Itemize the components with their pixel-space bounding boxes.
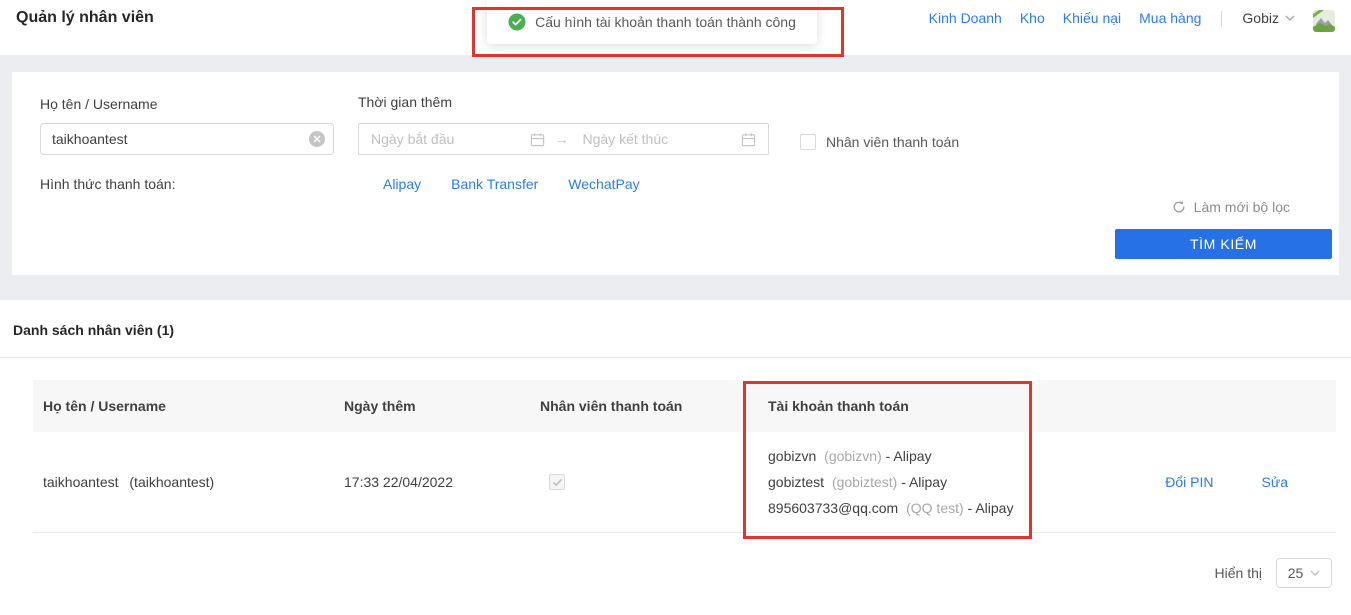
user-menu[interactable]: Gobiz (1242, 10, 1295, 26)
refresh-icon (1172, 200, 1186, 214)
top-nav: Kinh Doanh Kho Khiếu nại Mua hàng Gobiz (929, 0, 1335, 55)
name-input-wrap (40, 123, 334, 155)
payment-account-item: gobizvn (gobizvn) - Alipay (768, 443, 1058, 469)
time-filter-label: Thời gian thêm (358, 94, 452, 110)
page-size-value: 25 (1288, 565, 1304, 581)
employee-username: (taikhoantest) (129, 474, 214, 490)
page-size-select[interactable]: 25 (1276, 558, 1332, 588)
nav-divider (1221, 11, 1222, 27)
cell-actions: Đổi PIN Sửa (1058, 474, 1336, 490)
toast-message: Cấu hình tài khoản thanh toán thành công (535, 14, 796, 30)
cell-payment-accounts: gobizvn (gobizvn) - Alipay gobiztest (go… (768, 443, 1058, 521)
header-date-added: Ngày thêm (344, 398, 540, 414)
header-name: Họ tên / Username (33, 398, 344, 414)
row-payment-staff-checkbox[interactable] (549, 474, 565, 490)
nav-link-mua-hang[interactable]: Mua hàng (1139, 10, 1201, 26)
filter-panel: Họ tên / Username Thời gian thêm Ngày bắ… (12, 72, 1339, 275)
payment-account-item: 895603733@qq.com (QQ test) - Alipay (768, 495, 1058, 521)
cell-payment-staff (540, 474, 768, 491)
employee-list-panel: Danh sách nhân viên (1) Họ tên / Usernam… (0, 300, 1351, 615)
reset-filters-link[interactable]: Làm mới bộ lọc (1172, 199, 1290, 215)
account-method: - Alipay (886, 448, 932, 464)
clear-icon[interactable] (309, 131, 325, 147)
account-method: - Alipay (901, 474, 947, 490)
search-button[interactable]: TÌM KIẾM (1115, 229, 1332, 259)
page-size-label: Hiển thị (1215, 565, 1262, 581)
avatar-image-icon (1313, 10, 1335, 32)
payment-staff-filter-label: Nhân viên thanh toán (826, 134, 959, 150)
account-alias: (QQ test) (906, 500, 964, 516)
toast-success: Cấu hình tài khoản thanh toán thành công (487, 0, 817, 44)
payment-method-links: Alipay Bank Transfer WechatPay (383, 176, 640, 192)
table-row: taikhoantest (taikhoantest) 17:33 22/04/… (33, 432, 1336, 533)
table-header-row: Họ tên / Username Ngày thêm Nhân viên th… (33, 380, 1336, 432)
name-input[interactable] (40, 123, 334, 155)
payment-method-bank-transfer[interactable]: Bank Transfer (451, 176, 538, 192)
payment-method-wechatpay[interactable]: WechatPay (568, 176, 639, 192)
payment-method-label: Hình thức thanh toán: (40, 176, 175, 192)
account-name: 895603733@qq.com (768, 500, 898, 516)
date-range-picker[interactable]: Ngày bắt đầu → Ngày kết thúc (358, 123, 769, 155)
list-title: Danh sách nhân viên (1) (13, 322, 174, 338)
page-title: Quản lý nhân viên (16, 9, 154, 55)
account-name: gobiztest (768, 474, 824, 490)
nav-link-kinh-doanh[interactable]: Kinh Doanh (929, 10, 1002, 26)
account-alias: (gobiztest) (832, 474, 897, 490)
payment-staff-checkbox[interactable] (800, 134, 816, 150)
date-start-input[interactable]: Ngày bắt đầu (371, 131, 530, 147)
cell-name: taikhoantest (taikhoantest) (33, 474, 344, 490)
cell-date-added: 17:33 22/04/2022 (344, 474, 540, 490)
header-payment-accounts: Tài khoản thanh toán (768, 398, 1058, 414)
account-name: gobizvn (768, 448, 816, 464)
date-end-input[interactable]: Ngày kết thúc (583, 131, 742, 147)
nav-link-khieu-nai[interactable]: Khiếu nại (1063, 10, 1121, 26)
check-circle-icon (508, 13, 526, 31)
change-pin-link[interactable]: Đổi PIN (1165, 474, 1213, 490)
title-divider (0, 357, 1351, 358)
user-name: Gobiz (1242, 10, 1279, 26)
pagination: Hiển thị 25 (1215, 558, 1332, 588)
name-filter-label: Họ tên / Username (40, 96, 158, 112)
payment-method-alipay[interactable]: Alipay (383, 176, 421, 192)
employee-name: taikhoantest (43, 474, 119, 490)
account-method: - Alipay (968, 500, 1014, 516)
header-payment-staff: Nhân viên thanh toán (540, 398, 768, 414)
calendar-end-icon (741, 132, 756, 147)
nav-link-kho[interactable]: Kho (1020, 10, 1045, 26)
payment-staff-filter[interactable]: Nhân viên thanh toán (800, 134, 959, 150)
arrow-right-icon: → (555, 131, 569, 147)
account-alias: (gobizvn) (824, 448, 882, 464)
avatar[interactable] (1313, 10, 1335, 32)
payment-account-item: gobiztest (gobiztest) - Alipay (768, 469, 1058, 495)
reset-filters-label: Làm mới bộ lọc (1194, 199, 1290, 215)
chevron-down-icon (1285, 15, 1295, 22)
calendar-start-icon (530, 132, 545, 147)
edit-link[interactable]: Sửa (1262, 474, 1289, 490)
chevron-down-icon (1310, 570, 1320, 577)
